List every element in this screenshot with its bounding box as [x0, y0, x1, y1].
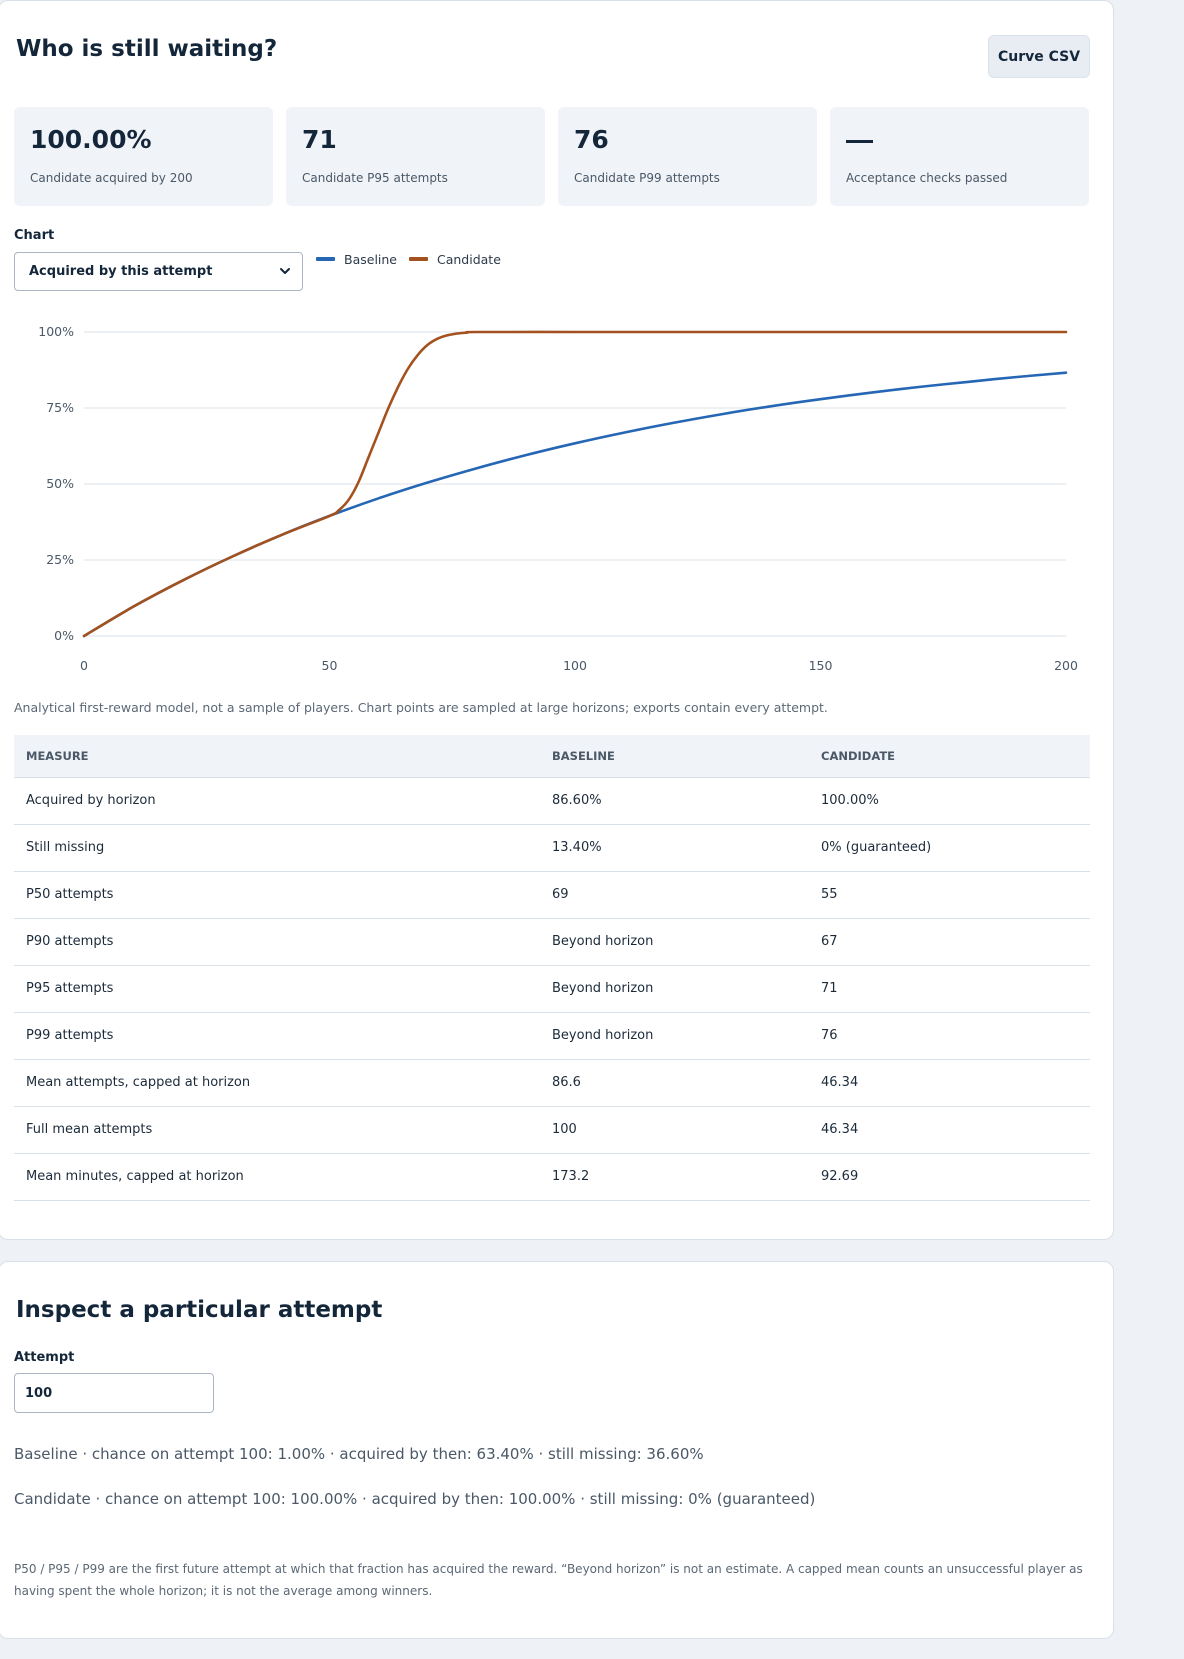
cell-candidate: 100.00%	[809, 777, 1090, 825]
stat-label: Acceptance checks passed	[846, 171, 1008, 185]
cell-candidate: 76	[809, 1012, 1090, 1060]
stat-value: 71	[302, 125, 337, 154]
attempt-input-label: Attempt	[14, 1350, 75, 1365]
x-tick-label: 150	[809, 658, 833, 673]
y-tick-label: 25%	[46, 552, 74, 567]
stat-label: Candidate P99 attempts	[574, 171, 720, 185]
stats-row: 100.00% Candidate acquired by 200 71 Can…	[14, 107, 1090, 206]
cell-candidate: 92.69	[809, 1153, 1090, 1201]
y-tick-label: 50%	[46, 476, 74, 491]
baseline-series-line	[82, 371, 1068, 638]
x-tick-label: 50	[322, 658, 338, 673]
chevron-down-icon	[280, 268, 290, 274]
inspect-candidate-line: Candidate · chance on attempt 100: 100.0…	[14, 1490, 816, 1508]
results-table: MEASURE BASELINE CANDIDATE Acquired by h…	[14, 735, 1090, 1201]
stat-label: Candidate acquired by 200	[30, 171, 193, 185]
chart-select[interactable]: Acquired by this attempt	[14, 252, 303, 291]
cell-measure: Mean attempts, capped at horizon	[14, 1059, 540, 1107]
cell-measure: Full mean attempts	[14, 1106, 540, 1154]
page-title: Who is still waiting?	[16, 36, 278, 62]
cell-measure: Acquired by horizon	[14, 777, 540, 825]
footnote: P50 / P95 / P99 are the first future att…	[14, 1562, 1083, 1598]
legend-swatch-candidate	[409, 257, 428, 261]
curve-csv-button[interactable]: Curve CSV	[988, 35, 1090, 78]
table-row: P50 attempts 69 55	[14, 871, 1090, 919]
x-tick-label: 0	[80, 658, 88, 673]
cell-baseline: 173.2	[540, 1153, 809, 1201]
table-row: Full mean attempts 100 46.34	[14, 1106, 1090, 1154]
cell-measure: P90 attempts	[14, 918, 540, 966]
cell-candidate: 0% (guaranteed)	[809, 824, 1090, 872]
cell-candidate: 46.34	[809, 1106, 1090, 1154]
legend-swatch-baseline	[316, 257, 335, 261]
cell-baseline: 86.60%	[540, 777, 809, 825]
stat-card-p99: 76 Candidate P99 attempts	[558, 107, 817, 206]
cell-baseline: 100	[540, 1106, 809, 1154]
cell-candidate: 55	[809, 871, 1090, 919]
table-header-row: MEASURE BASELINE CANDIDATE	[14, 735, 1090, 778]
cell-measure: P99 attempts	[14, 1012, 540, 1060]
cell-baseline: Beyond horizon	[540, 965, 809, 1013]
cell-measure: P95 attempts	[14, 965, 540, 1013]
y-tick-label: 75%	[46, 400, 74, 415]
cell-candidate: 46.34	[809, 1059, 1090, 1107]
cell-measure: Mean minutes, capped at horizon	[14, 1153, 540, 1201]
legend-label-candidate: Candidate	[437, 251, 501, 267]
column-header-candidate: CANDIDATE	[809, 735, 1090, 778]
cell-candidate: 71	[809, 965, 1090, 1013]
stat-card-acceptance: Acceptance checks passed	[830, 107, 1089, 206]
chart-caption: Analytical first-reward model, not a sam…	[14, 700, 828, 715]
table-row: P99 attempts Beyond horizon 76	[14, 1012, 1090, 1060]
y-tick-label: 0%	[54, 628, 74, 643]
stat-value: 100.00%	[30, 125, 152, 154]
stat-value: 76	[574, 125, 609, 154]
x-tick-label: 200	[1054, 658, 1078, 673]
column-header-baseline: BASELINE	[540, 735, 809, 778]
cell-measure: P50 attempts	[14, 871, 540, 919]
cell-baseline: 86.6	[540, 1059, 809, 1107]
legend-label-baseline: Baseline	[344, 251, 397, 267]
table-row: P95 attempts Beyond horizon 71	[14, 965, 1090, 1013]
stat-label: Candidate P95 attempts	[302, 171, 448, 185]
chart-select-label: Chart	[14, 228, 55, 243]
inspect-title: Inspect a particular attempt	[16, 1297, 383, 1323]
acquisition-chart: 0% 25% 50% 75% 100% 0 50 100 150 200	[38, 324, 1078, 673]
cell-baseline: 13.40%	[540, 824, 809, 872]
chart-select-value: Acquired by this attempt	[29, 264, 213, 279]
table-row: Acquired by horizon 86.60% 100.00%	[14, 777, 1090, 825]
attempt-input[interactable]: 100	[14, 1373, 214, 1413]
cell-baseline: Beyond horizon	[540, 918, 809, 966]
stat-card-acquired: 100.00% Candidate acquired by 200	[14, 107, 273, 206]
cell-candidate: 67	[809, 918, 1090, 966]
cell-measure: Still missing	[14, 824, 540, 872]
stat-card-p95: 71 Candidate P95 attempts	[286, 107, 545, 206]
cell-baseline: Beyond horizon	[540, 1012, 809, 1060]
inspect-baseline-line: Baseline · chance on attempt 100: 1.00% …	[14, 1445, 704, 1463]
table-row: Still missing 13.40% 0% (guaranteed)	[14, 824, 1090, 872]
table-row: Mean minutes, capped at horizon 173.2 92.6…	[14, 1153, 1090, 1201]
legend-item-candidate: Candidate	[409, 252, 501, 267]
table-row: P90 attempts Beyond horizon 67	[14, 918, 1090, 966]
x-tick-label: 100	[563, 658, 587, 673]
chart-legend: Baseline Candidate	[316, 251, 513, 267]
column-header-measure: MEASURE	[14, 735, 540, 778]
y-tick-label: 100%	[38, 324, 74, 339]
table-row: Mean attempts, capped at horizon 86.6 46.3…	[14, 1059, 1090, 1107]
empty-value-dash	[846, 140, 873, 143]
cell-baseline: 69	[540, 871, 809, 919]
legend-item-baseline: Baseline	[316, 252, 397, 267]
